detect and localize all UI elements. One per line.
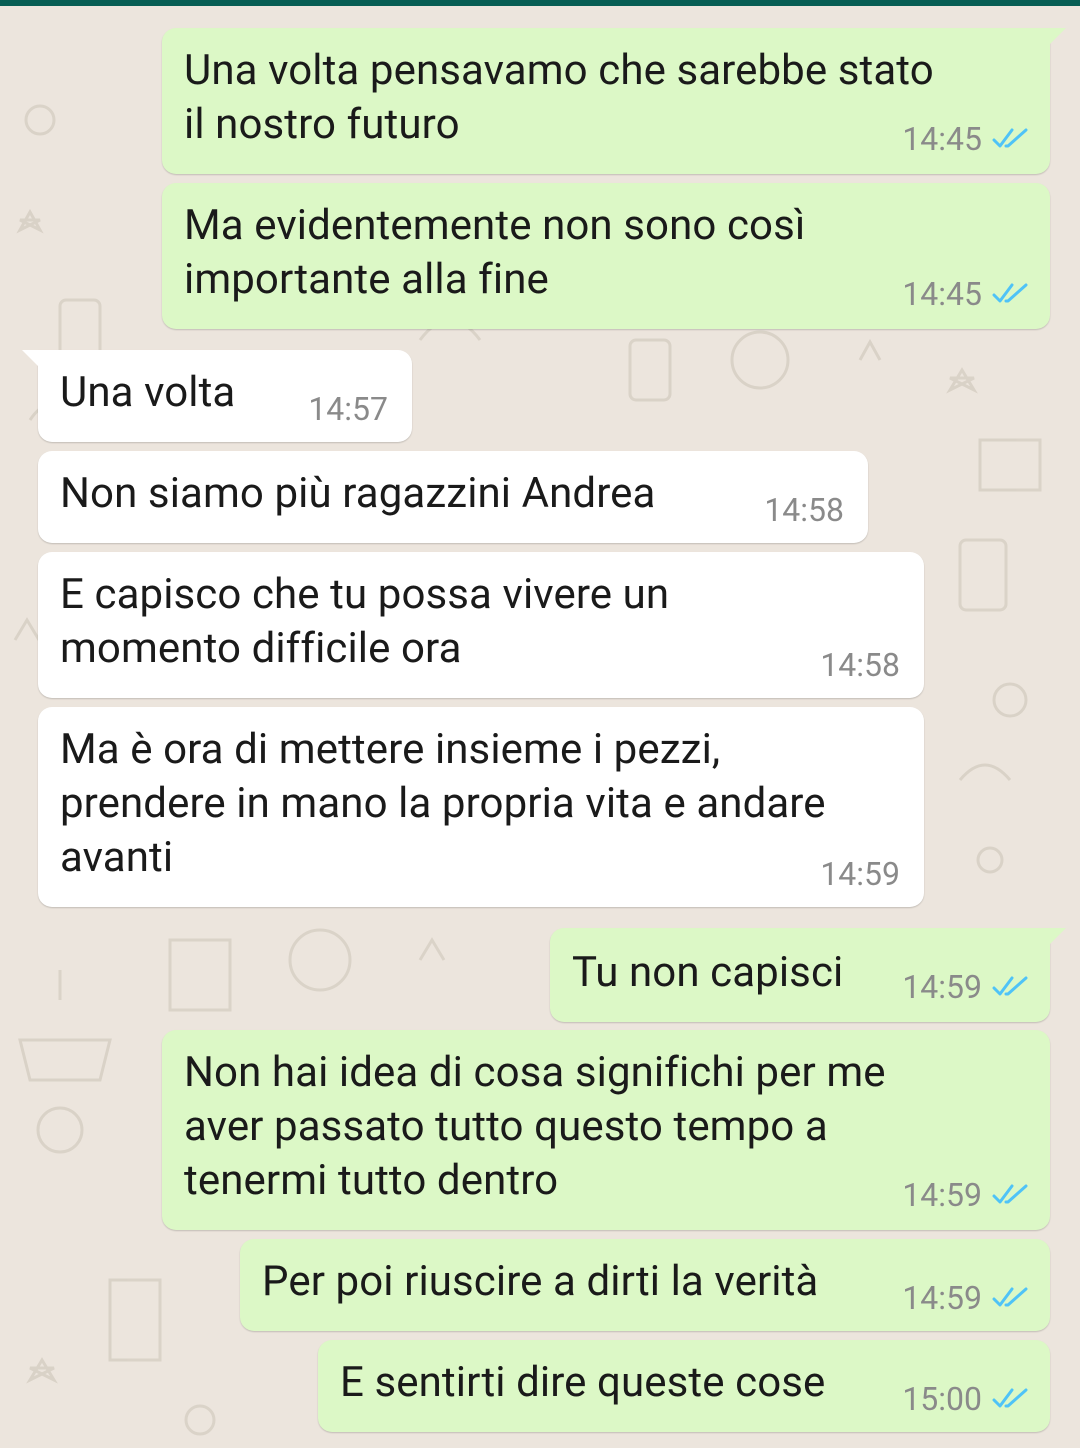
outgoing-message-bubble[interactable]: Tu non capisci 14:59 (550, 928, 1066, 1022)
message-text: Per poi riuscire a dirti la verità (262, 1257, 819, 1306)
message-time: 14:58 (820, 646, 900, 684)
message-text: Ma è ora di mettere insieme i pezzi, pre… (60, 725, 826, 882)
message-meta: 15:00 (902, 1380, 1030, 1418)
double-check-read-icon (992, 1184, 1028, 1204)
message-text: Ma evidentemente non sono così important… (184, 201, 806, 304)
message-meta: 14:58 (764, 491, 844, 529)
message-text: Una volta pensavamo che sarebbe stato il… (184, 46, 934, 149)
message-text: Non hai idea di cosa significhi per me a… (184, 1048, 886, 1205)
bubble-tail (1048, 28, 1066, 46)
message-time: 14:59 (820, 855, 900, 893)
outgoing-message-bubble[interactable]: E sentirti dire queste cose 15:00 (318, 1340, 1050, 1432)
double-check-read-icon (992, 128, 1028, 148)
double-check-read-icon (992, 1287, 1028, 1307)
outgoing-message-bubble[interactable]: Ma evidentemente non sono così important… (162, 183, 1050, 329)
message-list[interactable]: Una volta pensavamo che sarebbe stato il… (0, 0, 1080, 1448)
message-meta: 14:58 (820, 646, 900, 684)
message-meta: 14:45 (902, 120, 1030, 158)
message-time: 14:45 (902, 120, 982, 158)
message-time: 15:00 (902, 1380, 982, 1418)
message-text: Non siamo più ragazzini Andrea (60, 469, 656, 518)
message-text: Una volta (60, 368, 236, 417)
message-meta: 14:59 (902, 1176, 1030, 1214)
message-meta: 14:45 (902, 275, 1030, 313)
outgoing-message-bubble[interactable]: Una volta pensavamo che sarebbe stato il… (162, 28, 1066, 174)
message-time: 14:58 (764, 491, 844, 529)
incoming-message-bubble[interactable]: Ma è ora di mettere insieme i pezzi, pre… (38, 707, 924, 907)
message-meta: 14:59 (902, 968, 1030, 1006)
incoming-message-bubble[interactable]: Una volta 14:57 (22, 350, 412, 442)
incoming-message-bubble[interactable]: E capisco che tu possa vivere un momento… (38, 552, 924, 698)
message-meta: 14:59 (820, 855, 900, 893)
double-check-read-icon (992, 283, 1028, 303)
message-meta: 14:59 (902, 1279, 1030, 1317)
message-time: 14:57 (308, 390, 388, 428)
bubble-tail (1048, 928, 1066, 946)
bubble-tail (22, 350, 40, 368)
double-check-read-icon (992, 1388, 1028, 1408)
message-time: 14:59 (902, 1279, 982, 1317)
message-text: E capisco che tu possa vivere un momento… (60, 570, 670, 673)
message-text: E sentirti dire queste cose (340, 1358, 826, 1407)
outgoing-message-bubble[interactable]: Non hai idea di cosa significhi per me a… (162, 1030, 1050, 1230)
message-meta: 14:57 (308, 390, 388, 428)
outgoing-message-bubble[interactable]: Per poi riuscire a dirti la verità 14:59 (240, 1239, 1050, 1331)
message-time: 14:45 (902, 275, 982, 313)
message-time: 14:59 (902, 1176, 982, 1214)
message-text: Tu non capisci (572, 948, 844, 997)
message-time: 14:59 (902, 968, 982, 1006)
incoming-message-bubble[interactable]: Non siamo più ragazzini Andrea 14:58 (38, 451, 868, 543)
double-check-read-icon (992, 976, 1028, 996)
